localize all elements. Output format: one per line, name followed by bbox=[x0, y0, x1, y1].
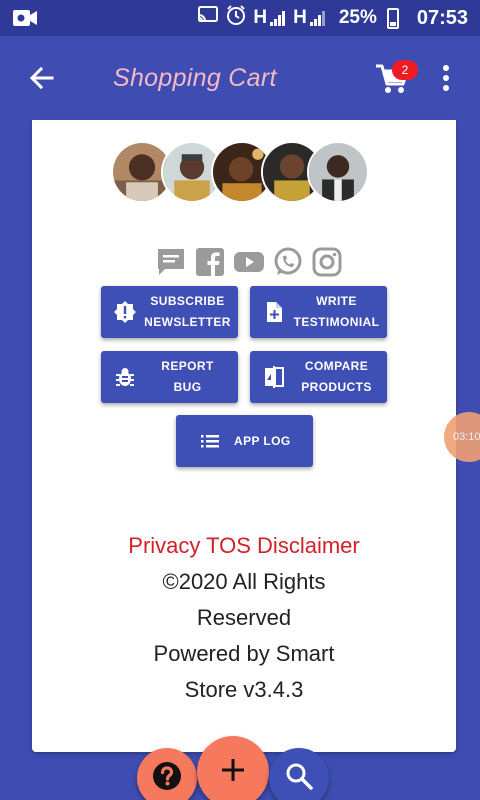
social-icons bbox=[155, 246, 343, 278]
signal-1: H bbox=[253, 7, 287, 29]
button-label: SUBSCRIBE NEWSLETTER bbox=[144, 294, 231, 329]
copyright-line-2: Reserved bbox=[196, 605, 292, 630]
search-icon bbox=[284, 761, 314, 796]
compare-products-button[interactable]: COMPARE PRODUCTS bbox=[250, 351, 387, 403]
footer: Privacy TOS Disclaimer ©2020 All Rights … bbox=[32, 528, 456, 708]
help-icon bbox=[151, 760, 183, 797]
page-title: Shopping Cart bbox=[113, 64, 277, 92]
bug-icon bbox=[113, 365, 137, 389]
signal-bars-icon bbox=[270, 11, 286, 26]
whatsapp-icon[interactable] bbox=[272, 246, 304, 278]
content-card: SUBSCRIBE NEWSLETTER WRITE TESTIMONIAL REP… bbox=[32, 120, 456, 752]
cart-count-badge: 2 bbox=[392, 60, 418, 80]
legal-links[interactable]: Privacy TOS Disclaimer bbox=[32, 528, 456, 564]
youtube-icon[interactable] bbox=[233, 246, 265, 278]
message-icon[interactable] bbox=[155, 246, 187, 278]
report-bug-button[interactable]: REPORT BUG bbox=[101, 351, 238, 403]
cast-icon bbox=[197, 5, 219, 31]
app-bar: Shopping Cart 2 bbox=[0, 36, 480, 122]
subscribe-newsletter-button[interactable]: SUBSCRIBE NEWSLETTER bbox=[101, 286, 238, 338]
compare-icon bbox=[262, 365, 286, 389]
battery-icon bbox=[386, 7, 399, 29]
avatar-group bbox=[111, 141, 371, 203]
list-icon bbox=[198, 429, 222, 453]
avatar[interactable] bbox=[307, 141, 369, 203]
add-button[interactable] bbox=[197, 736, 269, 800]
app-log-button[interactable]: APP LOG bbox=[176, 415, 313, 467]
button-label: COMPARE PRODUCTS bbox=[301, 359, 372, 394]
write-testimonial-button[interactable]: WRITE TESTIMONIAL bbox=[250, 286, 387, 338]
clock: 07:53 bbox=[416, 6, 468, 29]
battery-percent: 25% bbox=[338, 7, 377, 28]
plus-icon bbox=[219, 756, 247, 789]
instagram-icon[interactable] bbox=[311, 246, 343, 278]
search-button[interactable] bbox=[269, 748, 329, 800]
button-label: REPORT BUG bbox=[161, 359, 214, 394]
video-recording-icon bbox=[12, 7, 38, 34]
more-vert-icon[interactable] bbox=[436, 62, 456, 94]
facebook-icon[interactable] bbox=[194, 246, 226, 278]
alert-badge-icon bbox=[113, 300, 137, 324]
signal-bars-icon bbox=[309, 11, 325, 26]
signal-2: H bbox=[293, 7, 327, 29]
powered-by-line-2: Store v3.4.3 bbox=[184, 677, 304, 702]
powered-by-line-1: Powered by Smart bbox=[153, 641, 335, 666]
status-indicators: H H 25% 07:53 bbox=[197, 4, 468, 32]
note-add-icon bbox=[262, 300, 286, 324]
status-bar: H H 25% 07:53 bbox=[0, 0, 480, 36]
back-arrow-icon[interactable] bbox=[26, 62, 58, 94]
network-type-label: H bbox=[293, 7, 307, 28]
help-button[interactable] bbox=[137, 748, 197, 800]
alarm-icon bbox=[225, 4, 247, 32]
button-label: WRITE TESTIMONIAL bbox=[293, 294, 380, 329]
button-label: APP LOG bbox=[234, 433, 291, 448]
network-type-label: H bbox=[253, 7, 268, 28]
copyright-line-1: ©2020 All Rights bbox=[162, 569, 326, 594]
